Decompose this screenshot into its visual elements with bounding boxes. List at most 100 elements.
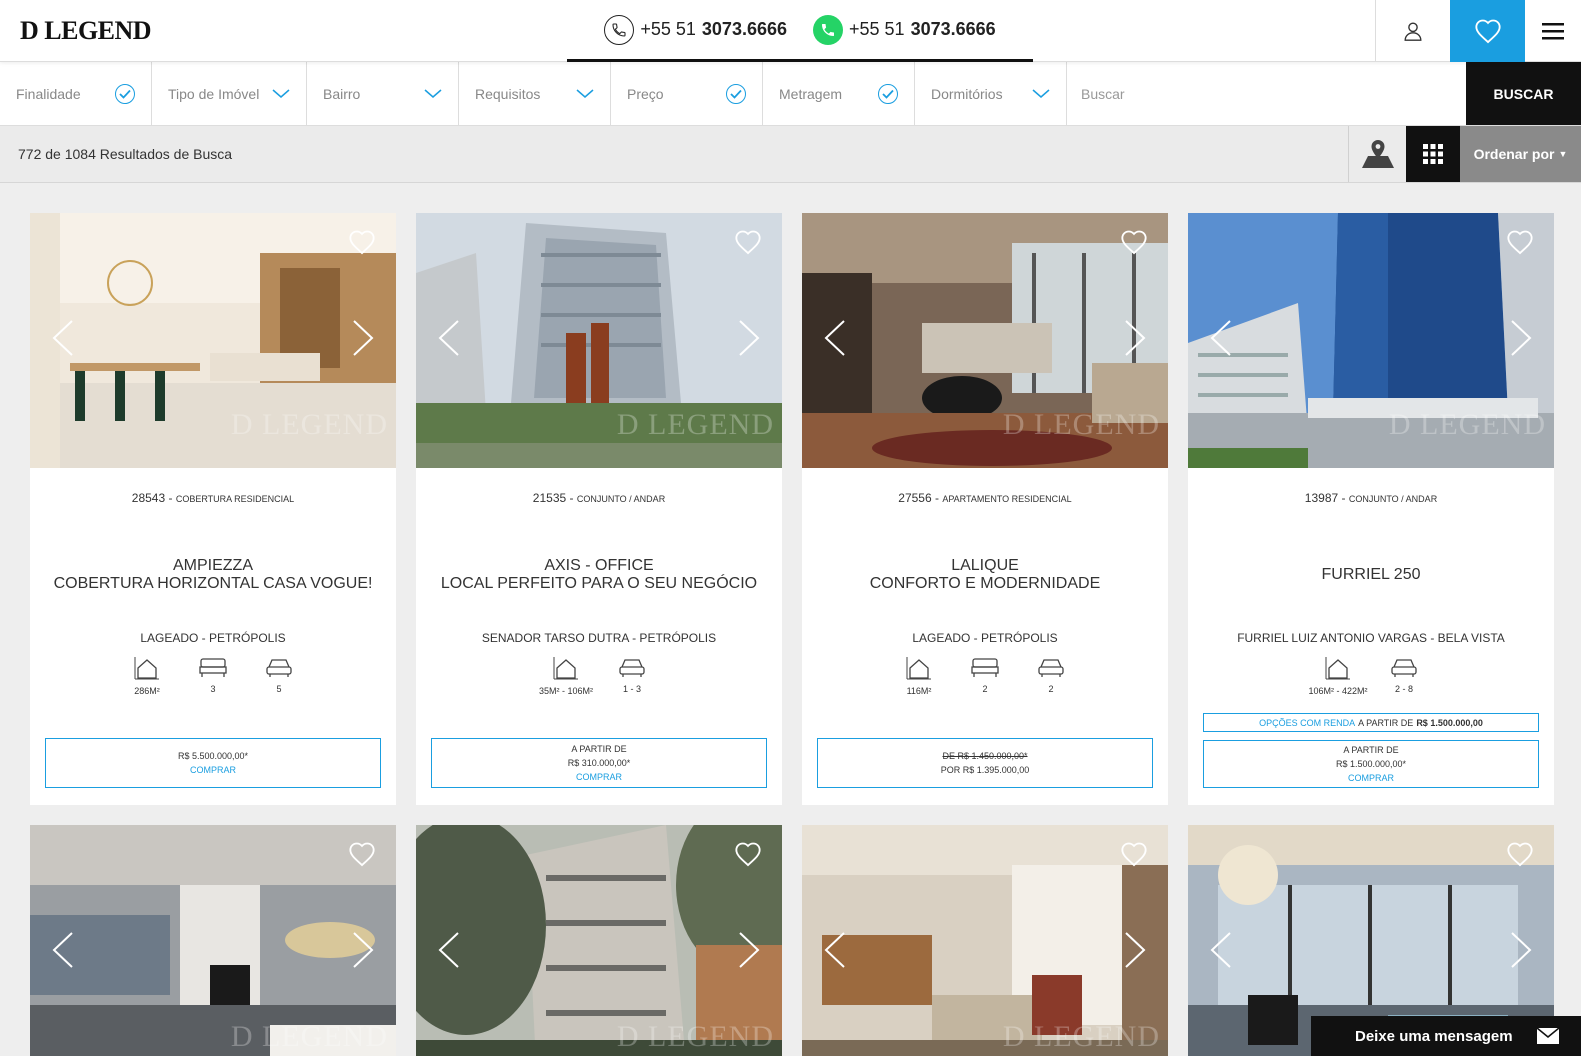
property-title[interactable]: AXIS - OFFICE LOCAL PERFEITO PARA O SEU N…	[426, 550, 772, 600]
chevron-left-icon[interactable]	[434, 318, 464, 358]
buy-link[interactable]: COMPRAR	[576, 770, 622, 784]
property-card[interactable]: D LEGEND	[30, 825, 396, 1056]
filter-preco[interactable]: Preço	[611, 62, 763, 125]
heart-icon[interactable]	[1506, 229, 1534, 255]
spec-area: 286M²	[127, 656, 167, 696]
price-box[interactable]: A PARTIR DE R$ 310.000,00* COMPRAR	[431, 738, 767, 788]
buy-link[interactable]: COMPRAR	[190, 763, 236, 777]
car-icon	[1391, 659, 1417, 677]
user-account-button[interactable]	[1375, 0, 1450, 62]
map-pin-icon	[1361, 140, 1394, 168]
phone-icon	[604, 14, 635, 45]
property-photo[interactable]: D LEGEND	[30, 825, 396, 1056]
sort-label: Ordenar por	[1473, 146, 1555, 162]
price-box[interactable]: DE R$ 1.450.000,00* POR R$ 1.395.000,00	[817, 738, 1153, 788]
map-view-button[interactable]	[1348, 126, 1406, 182]
property-card[interactable]: D LEGEND 21535 - CONJUNTO / ANDAR AXIS -…	[416, 213, 782, 805]
property-card[interactable]: D LEGEND	[416, 825, 782, 1056]
watermark-logo: D LEGEND	[616, 1020, 774, 1053]
property-photo[interactable]: D LEGEND	[802, 213, 1168, 468]
chevron-right-icon[interactable]	[734, 318, 764, 358]
watermark-logo: D LEGEND	[1002, 1020, 1160, 1053]
property-card[interactable]: D LEGEND 28543 - COBERTURA RESIDENCIAL A…	[30, 213, 396, 805]
bed-icon	[199, 658, 227, 677]
property-code: 28543 - COBERTURA RESIDENCIAL	[131, 491, 295, 505]
income-options-prefix: A PARTIR DE	[1358, 717, 1414, 728]
favorites-button[interactable]	[1450, 0, 1525, 62]
property-photo[interactable]: D LEGEND	[1188, 213, 1554, 468]
chevron-down-icon	[576, 88, 594, 98]
logo[interactable]: D LEGEND	[20, 16, 152, 46]
property-title[interactable]: LALIQUE CONFORTO E MODERNIDADE	[812, 550, 1158, 600]
heart-icon[interactable]	[1120, 229, 1148, 255]
property-location: SENADOR TARSO DUTRA - PETRÓPOLIS	[481, 631, 717, 645]
heart-icon[interactable]	[734, 841, 762, 867]
chevron-left-icon[interactable]	[1206, 318, 1236, 358]
property-specs: 116M² 2 2	[802, 656, 1168, 696]
filter-label: Dormitórios	[931, 85, 1003, 102]
price-old: DE R$ 1.450.000,00*	[942, 751, 1028, 761]
chevron-right-icon[interactable]	[1120, 930, 1150, 970]
results-bar: 772 de 1084 Resultados de Busca Ordenar …	[0, 126, 1581, 183]
chevron-down-icon	[424, 88, 442, 98]
buy-link[interactable]: COMPRAR	[1348, 771, 1394, 785]
price-box[interactable]: R$ 5.500.000,00* COMPRAR	[45, 738, 381, 788]
chevron-right-icon[interactable]	[734, 930, 764, 970]
area-house-icon	[906, 657, 931, 680]
car-icon	[1038, 659, 1064, 677]
area-house-icon	[1325, 657, 1350, 680]
chevron-down-icon	[1032, 88, 1050, 98]
chevron-left-icon[interactable]	[1206, 930, 1236, 970]
chevron-left-icon[interactable]	[48, 930, 78, 970]
heart-icon[interactable]	[1506, 841, 1534, 867]
property-photo[interactable]: D LEGEND	[802, 825, 1168, 1056]
chevron-left-icon[interactable]	[48, 318, 78, 358]
filter-finalidade[interactable]: Finalidade	[0, 62, 152, 125]
property-photo[interactable]: D LEGEND	[416, 825, 782, 1056]
price-value: R$ 310.000,00*	[567, 758, 631, 768]
filter-tipo-de-imovel[interactable]: Tipo de Imóvel	[152, 62, 307, 125]
property-title[interactable]: AMPIEZZA COBERTURA HORIZONTAL CASA VOGUE!	[40, 550, 386, 600]
filter-dormitorios[interactable]: Dormitórios	[915, 62, 1067, 125]
heart-icon[interactable]	[348, 229, 376, 255]
whatsapp-link[interactable]: +55 51 3073.6666	[813, 14, 996, 45]
watermark-logo: D LEGEND	[616, 408, 774, 441]
chevron-left-icon[interactable]	[820, 930, 850, 970]
chevron-right-icon[interactable]	[1506, 930, 1536, 970]
chevron-left-icon[interactable]	[434, 930, 464, 970]
property-card[interactable]: D LEGEND	[802, 825, 1168, 1056]
search-input[interactable]	[1067, 62, 1467, 125]
grid-view-button[interactable]	[1406, 126, 1460, 182]
property-code: 21535 - CONJUNTO / ANDAR	[532, 491, 666, 505]
phone-link[interactable]: +55 51 3073.6666	[604, 14, 787, 45]
property-title[interactable]: FURRIEL 250	[1198, 550, 1544, 600]
property-code: 13987 - CONJUNTO / ANDAR	[1304, 491, 1438, 505]
filter-metragem[interactable]: Metragem	[763, 62, 915, 125]
filter-label: Preço	[627, 85, 664, 102]
chevron-right-icon[interactable]	[348, 930, 378, 970]
chevron-left-icon[interactable]	[820, 318, 850, 358]
search-button[interactable]: BUSCAR	[1466, 62, 1581, 125]
chevron-right-icon[interactable]	[1506, 318, 1536, 358]
menu-button[interactable]	[1525, 0, 1581, 62]
sort-dropdown[interactable]: Ordenar por ▼	[1460, 126, 1581, 182]
filter-bairro[interactable]: Bairro	[307, 62, 459, 125]
income-options-box[interactable]: OPÇÕES COM RENDA A PARTIR DE R$ 1.500.00…	[1203, 713, 1539, 732]
property-card[interactable]: D LEGEND 27556 - APARTAMENTO RESIDENCIAL…	[802, 213, 1168, 805]
property-code: 27556 - APARTAMENTO RESIDENCIAL	[898, 491, 1072, 505]
property-card[interactable]: D LEGEND 13987 - CONJUNTO / ANDAR FURRIE…	[1188, 213, 1554, 805]
chat-message-button[interactable]: Deixe uma mensagem	[1311, 1016, 1581, 1056]
property-photo[interactable]: D LEGEND	[416, 213, 782, 468]
heart-icon[interactable]	[734, 229, 762, 255]
chevron-right-icon[interactable]	[348, 318, 378, 358]
price-box[interactable]: A PARTIR DE R$ 1.500.000,00* COMPRAR	[1203, 740, 1539, 788]
heart-icon[interactable]	[1120, 841, 1148, 867]
filter-label: Requisitos	[475, 85, 541, 102]
price-new: POR R$ 1.395.000,00	[940, 765, 1030, 775]
filter-requisitos[interactable]: Requisitos	[459, 62, 611, 125]
property-photo[interactable]: D LEGEND	[30, 213, 396, 468]
chevron-down-icon	[272, 88, 290, 98]
chevron-right-icon[interactable]	[1120, 318, 1150, 358]
property-specs: 35M² - 106M² 1 - 3	[416, 656, 782, 696]
heart-icon[interactable]	[348, 841, 376, 867]
